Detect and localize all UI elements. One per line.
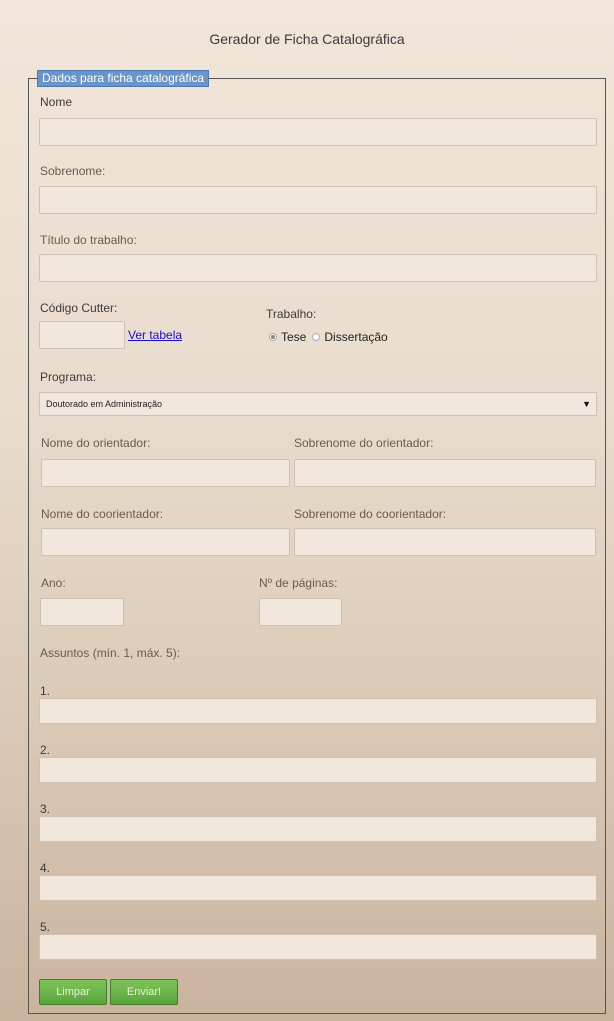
assunto-3-input[interactable] [39,816,597,842]
sobrenome-input[interactable] [39,186,597,214]
assunto-2-input[interactable] [39,757,597,783]
dissertacao-radio-label: Dissertação [324,330,388,344]
fieldset-legend: Dados para ficha catalográfica [37,70,210,87]
coorientador-sobrenome-label: Sobrenome do coorientador: [294,507,447,521]
orientador-nome-label: Nome do orientador: [41,436,151,450]
paginas-input[interactable] [259,598,342,626]
coorientador-nome-label: Nome do coorientador: [41,507,164,521]
assunto-5-number: 5. [40,920,51,934]
assunto-3-number: 3. [40,802,51,816]
paginas-label: Nº de páginas: [259,576,338,590]
nome-label: Nome [40,95,73,109]
orientador-sobrenome-input[interactable] [294,459,596,487]
assunto-4-number: 4. [40,861,51,875]
limpar-button[interactable]: Limpar [39,979,107,1005]
titulo-label: Título do trabalho: [40,233,137,247]
tese-radio-label: Tese [281,330,307,344]
chevron-down-icon: ▼ [582,399,591,409]
programa-select[interactable]: Doutorado em Administração ▼ [39,392,597,416]
ano-input[interactable] [40,598,124,626]
programa-label: Programa: [40,370,97,384]
cutter-input[interactable] [39,321,125,349]
enviar-button[interactable]: Enviar! [110,979,178,1005]
sobrenome-label: Sobrenome: [40,164,106,178]
page-title: Gerador de Ficha Catalográfica [209,31,405,47]
ver-tabela-link[interactable]: Ver tabela [128,328,182,342]
dissertacao-radio[interactable] [312,333,321,341]
cutter-label: Código Cutter: [40,301,118,315]
assunto-1-input[interactable] [39,698,597,724]
nome-input[interactable] [39,118,597,146]
trabalho-radio-group: Tese Dissertação [269,330,388,344]
assunto-4-input[interactable] [39,875,597,901]
tese-radio[interactable] [269,333,277,341]
assunto-1-number: 1. [40,684,51,698]
assunto-2-number: 2. [40,743,51,757]
assunto-5-input[interactable] [39,934,597,960]
programa-select-value: Doutorado em Administração [46,399,163,409]
assuntos-label: Assuntos (mín. 1, máx. 5): [40,646,181,660]
coorientador-nome-input[interactable] [41,528,290,556]
trabalho-label: Trabalho: [266,307,317,321]
coorientador-sobrenome-input[interactable] [294,528,596,556]
titulo-input[interactable] [39,254,597,282]
ano-label: Ano: [41,576,66,590]
orientador-sobrenome-label: Sobrenome do orientador: [294,436,434,450]
orientador-nome-input[interactable] [41,459,290,487]
